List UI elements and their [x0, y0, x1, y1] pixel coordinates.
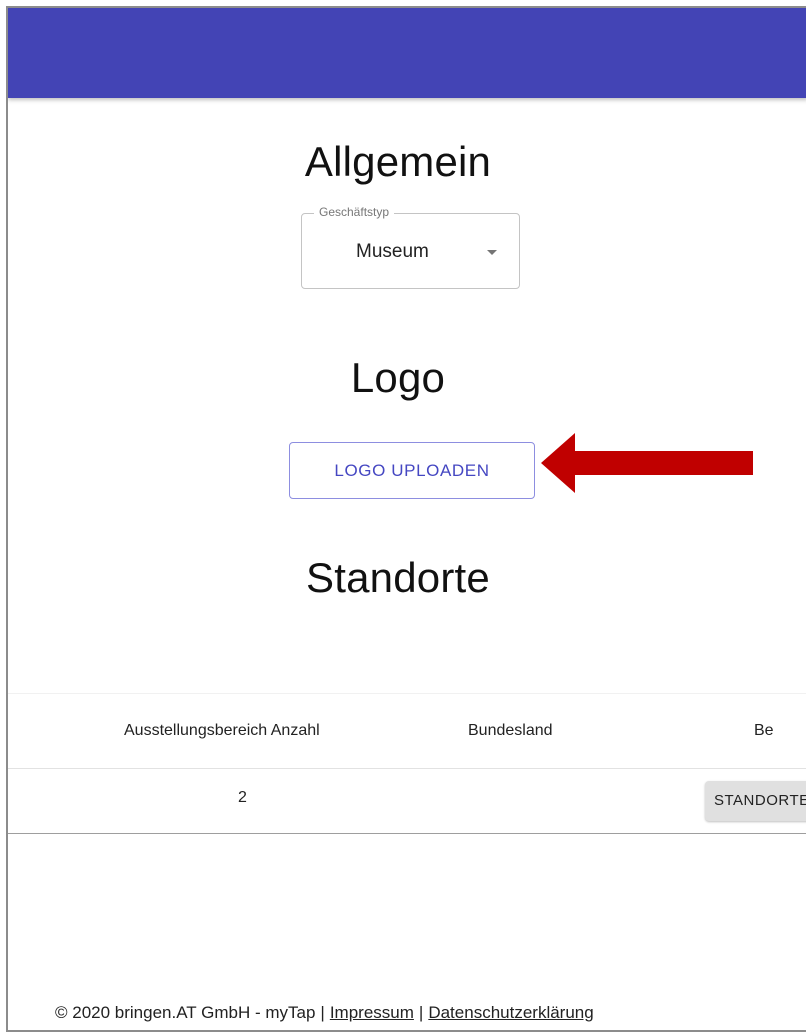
section-title-standorte: Standorte: [306, 554, 490, 601]
section-title-logo: Logo: [350, 354, 446, 401]
business-type-value: Museum: [356, 241, 429, 262]
business-type-label: Geschäftstyp: [314, 205, 395, 219]
impressum-link[interactable]: Impressum: [330, 1003, 414, 1022]
section-title-allgemein: Allgemein: [304, 138, 492, 185]
footer-copyright: © 2020 bringen.AT GmbH - myTap: [55, 1003, 316, 1022]
business-type-select[interactable]: Geschäftstyp Museum: [301, 205, 520, 289]
browser-viewport: Allgemein Geschäftstyp Museum Logo LOGO …: [6, 6, 806, 1032]
column-header-state: Bundesland: [468, 722, 553, 739]
table-row: 2 STANDORTE: [8, 769, 806, 834]
column-header-truncated: Be: [754, 722, 774, 739]
footer-separator: |: [418, 1003, 424, 1022]
dropdown-arrow-icon: [487, 250, 497, 255]
annotation-arrow-icon: [541, 433, 753, 493]
app-bar: [8, 8, 806, 98]
exhibition-count-cell: 2: [238, 789, 247, 806]
column-header-exhibition-count: Ausstellungsbereich Anzahl: [124, 722, 320, 739]
locations-table-header: Ausstellungsbereich Anzahl Bundesland Be: [8, 693, 806, 769]
footer-separator: |: [320, 1003, 325, 1022]
locations-button[interactable]: STANDORTE: [705, 781, 806, 821]
logo-upload-button[interactable]: LOGO UPLOADEN: [289, 442, 535, 499]
privacy-policy-link[interactable]: Datenschutzerklärung: [428, 1003, 593, 1022]
annotation-arrow-shape: [541, 433, 753, 493]
